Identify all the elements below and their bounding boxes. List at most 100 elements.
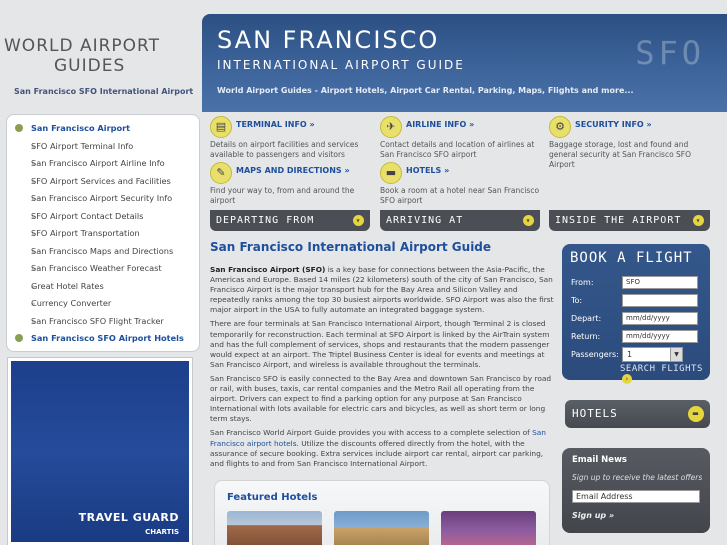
sidebar-item-label: SFO Airport Transportation <box>31 228 140 238</box>
return-date-input[interactable]: mm/dd/yyyy <box>622 330 698 343</box>
bullet-icon <box>15 334 23 342</box>
airline-info-link[interactable]: AIRLINE INFO » <box>406 120 474 129</box>
search-flights-button[interactable]: SEARCH FLIGHTS› <box>620 364 710 384</box>
chevron-right-icon <box>15 139 31 156</box>
passengers-label: Passengers: <box>571 350 619 359</box>
inside-airport-label: INSIDE THE AIRPORT <box>555 215 682 226</box>
banner-tagline: World Airport Guides - Airport Hotels, A… <box>217 86 634 95</box>
search-flights-label: SEARCH FLIGHTS <box>620 364 703 374</box>
maps-info-link[interactable]: MAPS AND DIRECTIONS » <box>236 166 350 175</box>
hotels-info-link[interactable]: HOTELS » <box>406 166 449 175</box>
sidebar-item[interactable]: San Francisco Airport Security Info <box>15 190 199 208</box>
banner-subtitle: INTERNATIONAL AIRPORT GUIDE <box>217 58 465 72</box>
return-label: Return: <box>571 332 601 341</box>
chevron-down-icon: ▼ <box>670 348 682 361</box>
hotels-button[interactable]: HOTELS ▬ <box>565 400 710 428</box>
main-content: San Francisco International Airport Guid… <box>210 240 554 473</box>
intro-paragraph: San Francisco Airport (SFO) is a key bas… <box>210 265 554 315</box>
hotel-photo[interactable] <box>334 511 429 545</box>
email-news-widget: Email News Sign up to receive the latest… <box>562 448 710 533</box>
sidebar-item-label: Great Hotel Rates <box>31 280 104 291</box>
sidebar-item-label: San Francisco SFO Airport Hotels <box>31 333 184 343</box>
security-info-link[interactable]: SECURITY INFO » <box>575 120 652 129</box>
security-info-block[interactable]: ⚙ SECURITY INFO » Baggage storage, lost … <box>549 116 715 170</box>
depart-date-input[interactable]: mm/dd/yyyy <box>622 312 698 325</box>
inside-airport-bar[interactable]: INSIDE THE AIRPORT ▾ <box>549 210 710 231</box>
header-banner: SAN FRANCISCO INTERNATIONAL AIRPORT GUID… <box>202 14 727 112</box>
sidebar-main-item[interactable]: San Francisco SFO Airport Hotels <box>15 330 199 348</box>
featured-hotels-title: Featured Hotels <box>227 492 318 503</box>
maps-info-block[interactable]: ✎ MAPS AND DIRECTIONS » Find your way to… <box>210 162 376 206</box>
sidebar-item-label: San Francisco Weather Forecast <box>31 263 162 273</box>
banner-title: SAN FRANCISCO <box>217 26 440 54</box>
passengers-value: 1 <box>627 350 633 359</box>
sidebar-item-label: SFO Airport Services and Facilities <box>31 175 171 186</box>
depart-label: Depart: <box>571 314 602 323</box>
chevron-right-icon <box>15 279 31 296</box>
arrow-down-icon: ▾ <box>523 215 534 226</box>
email-news-subtitle: Sign up to receive the latest offers <box>572 473 703 482</box>
arrow-down-icon: ▾ <box>353 215 364 226</box>
sidebar-item[interactable]: Great Hotel Rates <box>15 278 199 296</box>
sidebar-item[interactable]: San Francisco Airport Airline Info <box>15 155 199 173</box>
airline-info-block[interactable]: ✈ AIRLINE INFO » Contact details and loc… <box>380 116 546 160</box>
sidebar-item[interactable]: San Francisco Maps and Directions <box>15 243 199 261</box>
sidebar-nav: San Francisco Airport SFO Airport Termina… <box>6 114 200 352</box>
book-flight-title: BOOK A FLIGHT <box>570 250 693 266</box>
arriving-at-label: ARRIVING AT <box>386 215 464 226</box>
hotels-text-a: San Francisco World Airport Guide provid… <box>210 428 533 438</box>
email-input[interactable]: Email Address <box>572 490 700 503</box>
book-flight-widget: BOOK A FLIGHT From: SFO To: Depart: mm/d… <box>562 244 710 384</box>
sidebar-item-label: Currency Converter <box>31 298 112 308</box>
maps-info-text: Find your way to, from and around the ai… <box>210 186 355 205</box>
hotels-info-block[interactable]: ▬ HOTELS » Book a room at a hotel near S… <box>380 162 546 206</box>
chevron-right-icon <box>15 314 31 331</box>
sidebar-item-label: San Francisco Airport <box>31 123 131 133</box>
terminals-paragraph: There are four terminals at San Francisc… <box>210 319 550 369</box>
logo-line2: GUIDES <box>54 56 126 76</box>
sign-up-link[interactable]: Sign up » <box>572 511 614 520</box>
sidebar-item[interactable]: San Francisco Weather Forecast <box>15 260 199 278</box>
arriving-at-bar[interactable]: ARRIVING AT ▾ <box>380 210 540 231</box>
security-icon: ⚙ <box>549 116 571 138</box>
passengers-select[interactable]: 1 ▼ <box>622 347 683 362</box>
hotels-button-label: HOTELS <box>572 407 618 420</box>
chevron-right-icon <box>15 261 31 278</box>
hotel-photo[interactable] <box>227 511 322 545</box>
from-input[interactable]: SFO <box>622 276 698 289</box>
logo-line1: WORLD AIRPORT <box>4 36 161 56</box>
ad-brand: TRAVEL GUARD <box>78 511 179 524</box>
compass-icon: ✎ <box>210 162 232 184</box>
chevron-right-icon <box>15 296 31 313</box>
email-news-title: Email News <box>572 455 627 465</box>
terminal-icon: ▤ <box>210 116 232 138</box>
terminal-info-link[interactable]: TERMINAL INFO » <box>236 120 315 129</box>
chevron-right-icon <box>15 209 31 226</box>
airline-info-text: Contact details and location of airlines… <box>380 140 535 159</box>
hotels-paragraph: San Francisco World Airport Guide provid… <box>210 428 554 468</box>
sidebar-item-label: SFO Airport Contact Details <box>31 210 144 221</box>
sidebar-item[interactable]: SFO Airport Services and Facilities <box>15 173 199 191</box>
terminal-info-block[interactable]: ▤ TERMINAL INFO » Details on airport fac… <box>210 116 376 160</box>
hotel-photo[interactable] <box>441 511 536 545</box>
to-input[interactable] <box>622 294 698 307</box>
sidebar-item[interactable]: SFO Airport Terminal Info <box>15 138 199 156</box>
intro-bold: San Francisco Airport (SFO) <box>210 265 326 274</box>
sidebar-main-item[interactable]: San Francisco Airport <box>15 120 199 138</box>
transport-paragraph: San Francisco SFO is easily connected to… <box>210 373 552 424</box>
departing-from-label: DEPARTING FROM <box>216 215 315 226</box>
sidebar-item[interactable]: Currency Converter <box>15 295 199 313</box>
sidebar-item[interactable]: San Francisco SFO Flight Tracker <box>15 313 199 331</box>
bed-icon: ▬ <box>688 406 704 422</box>
departing-from-bar[interactable]: DEPARTING FROM ▾ <box>210 210 370 231</box>
from-label: From: <box>571 278 594 287</box>
sidebar-item[interactable]: SFO Airport Transportation <box>15 225 199 243</box>
arrow-down-icon: ▾ <box>693 215 704 226</box>
ad-banner[interactable]: TRAVEL GUARD CHARTIS <box>7 357 193 545</box>
security-info-text: Baggage storage, lost and found and gene… <box>549 140 692 169</box>
sidebar-item[interactable]: SFO Airport Contact Details <box>15 208 199 226</box>
chevron-right-icon <box>15 174 31 191</box>
banner-decor-text: SFO <box>635 34 705 72</box>
featured-hotels: Featured Hotels <box>214 480 550 545</box>
ad-sub: CHARTIS <box>145 528 179 536</box>
